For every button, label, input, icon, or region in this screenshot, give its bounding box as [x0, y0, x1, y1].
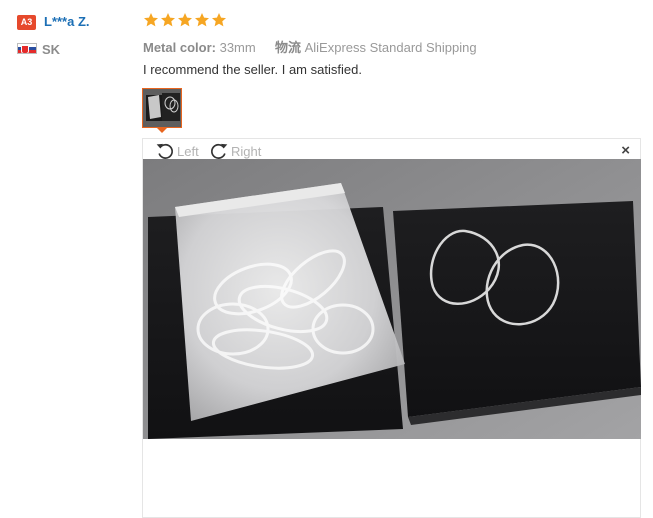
star-icon — [195, 13, 209, 27]
review-text: I recommend the seller. I am satisfied. — [143, 62, 362, 77]
star-rating — [143, 12, 228, 28]
rotate-right-button[interactable]: Right — [209, 141, 261, 161]
review-photo — [143, 159, 641, 439]
metal-color-label: Metal color: — [143, 40, 216, 55]
star-icon — [178, 13, 192, 27]
rotate-left-icon — [156, 143, 173, 159]
shipping-label: 物流 — [274, 40, 301, 55]
rotate-left-label: Left — [177, 143, 199, 159]
slovakia-flag-icon — [17, 43, 37, 54]
star-icon — [161, 13, 175, 27]
metal-color-value: 33mm — [219, 40, 256, 55]
review-photo-thumbnail[interactable] — [142, 88, 182, 128]
buyer-country: SK — [42, 42, 61, 57]
buyer-level-badge: A3 — [17, 15, 36, 30]
thumbnail-selected-caret — [156, 127, 168, 133]
photo-viewer: Left Right × — [142, 138, 641, 518]
buyer-name: L***a Z. — [44, 14, 90, 29]
shipping-value: AliExpress Standard Shipping — [304, 40, 477, 55]
rotate-right-label: Right — [231, 143, 262, 159]
close-viewer-button[interactable]: × — [621, 143, 630, 159]
rotate-right-icon — [211, 143, 228, 159]
star-icon — [144, 13, 158, 27]
rotate-left-button[interactable]: Left — [155, 141, 199, 161]
order-attributes: Metal color: 33mm 物流 AliExpress Standard… — [143, 37, 477, 56]
star-icon — [212, 13, 226, 27]
